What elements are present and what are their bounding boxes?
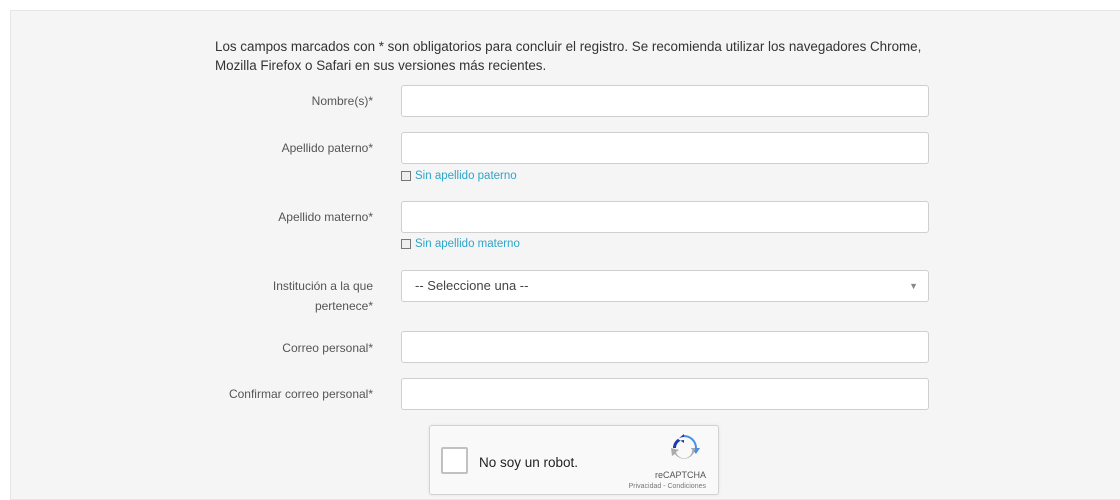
recaptcha-widget: No soy un robot. reCAPTCHA Privacidad - … <box>429 425 719 495</box>
apellido-paterno-label: Apellido paterno* <box>281 141 373 155</box>
nombre-label: Nombre(s)* <box>311 94 373 108</box>
apellido-materno-label: Apellido materno* <box>278 210 373 224</box>
recaptcha-icon <box>671 434 700 459</box>
confirmar-correo-input[interactable] <box>401 378 929 410</box>
correo-label: Correo personal* <box>282 341 373 355</box>
apellido-materno-input[interactable] <box>401 201 929 233</box>
correo-input[interactable] <box>401 331 929 363</box>
sin-apellido-materno-label[interactable]: Sin apellido materno <box>415 238 520 250</box>
intro-text: Los campos marcados con * son obligatori… <box>215 39 922 73</box>
institucion-select[interactable]: -- Seleccione una -- ▼ <box>401 270 929 302</box>
institucion-selected-value: -- Seleccione una -- <box>415 278 529 293</box>
nombre-input[interactable] <box>401 85 929 117</box>
confirmar-correo-label: Confirmar correo personal* <box>228 387 373 401</box>
recaptcha-checkbox[interactable] <box>441 447 468 474</box>
institucion-label-line2: pertenece* <box>314 299 373 313</box>
institucion-label-line1: Institución a la que <box>272 279 373 293</box>
sin-apellido-paterno-label[interactable]: Sin apellido paterno <box>415 170 517 182</box>
sin-apellido-materno-checkbox[interactable] <box>401 239 411 249</box>
recaptcha-label: No soy un robot. <box>479 455 579 470</box>
sin-apellido-paterno-checkbox[interactable] <box>401 171 411 181</box>
sin-apellido-paterno-option[interactable]: Sin apellido paterno <box>401 170 517 182</box>
sin-apellido-materno-option[interactable]: Sin apellido materno <box>401 238 520 250</box>
recaptcha-brand: reCAPTCHA <box>654 470 706 480</box>
chevron-down-icon: ▼ <box>909 281 918 291</box>
apellido-paterno-input[interactable] <box>401 132 929 164</box>
